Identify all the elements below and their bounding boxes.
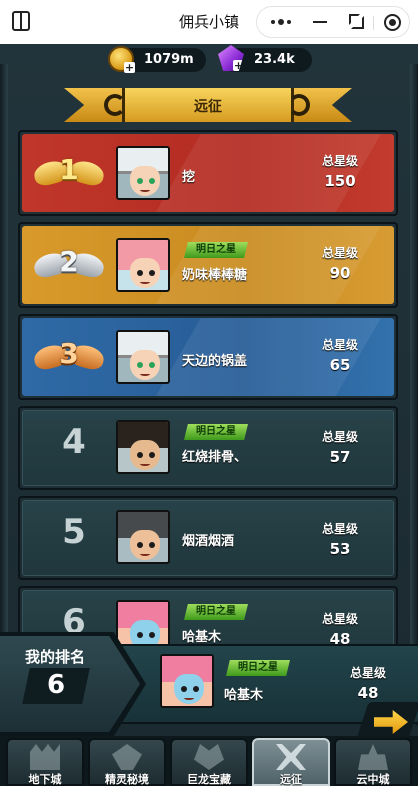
score-label: 总星级 xyxy=(321,430,358,444)
white-hair-hero-avatar[interactable] xyxy=(116,330,170,384)
my-avatar[interactable] xyxy=(160,654,214,708)
tab-elf-realm[interactable]: 精灵秘境 xyxy=(88,738,166,786)
vip-badge: 明日之星 xyxy=(184,604,248,620)
left-frame-border xyxy=(0,64,8,726)
restore-window-icon[interactable] xyxy=(339,7,377,37)
tab-label: 远征 xyxy=(280,773,302,786)
my-score-label: 总星级 xyxy=(349,666,386,680)
my-rank-label: 我的排名 xyxy=(24,648,85,666)
tab-label: 地下城 xyxy=(28,773,62,786)
score-label: 总星级 xyxy=(321,522,358,536)
rank-row-5[interactable]: 5 烟酒烟酒 总星级 53 xyxy=(18,496,398,580)
leaf-icon xyxy=(112,744,142,770)
score-value: 57 xyxy=(329,448,351,466)
more-options-icon[interactable] xyxy=(261,7,299,37)
pink-hair-hero-avatar[interactable] xyxy=(116,238,170,292)
capsule-menu xyxy=(256,6,410,38)
score-value: 150 xyxy=(324,172,356,190)
tab-label: 精灵秘境 xyxy=(105,773,149,786)
rank-number: 2 xyxy=(59,245,79,278)
tab-label: 云中城 xyxy=(356,773,390,786)
score-value: 53 xyxy=(329,540,351,558)
vip-badge: 明日之星 xyxy=(184,242,248,258)
score-label: 总星级 xyxy=(321,612,358,626)
bottom-nav: 地下城 精灵秘境 巨龙宝藏 远征 云中城 xyxy=(0,736,418,786)
player-name: 红烧排骨、 xyxy=(182,450,248,465)
tab-expedition[interactable]: 远征 xyxy=(252,738,330,786)
my-vip-badge: 明日之星 xyxy=(226,660,290,676)
gold-laurel-medal-icon: 1 xyxy=(31,152,107,194)
cloud-castle-icon xyxy=(358,744,388,770)
crossed-swords-icon xyxy=(276,744,306,770)
player-name: 奶味棒棒糖 xyxy=(182,268,248,283)
rank-number: 3 xyxy=(59,337,79,370)
gold-amount: 1079m xyxy=(144,52,194,67)
gold-coin-icon: + xyxy=(108,46,135,73)
vip-badge: 明日之星 xyxy=(184,424,248,440)
rank-row-2[interactable]: 2 明日之星 奶味棒棒糖 总星级 90 xyxy=(18,222,398,308)
my-rank-number: 6 xyxy=(46,670,66,700)
purple-gem-icon: + xyxy=(218,45,244,71)
title-banner: 远征 xyxy=(64,84,352,126)
score-value: 90 xyxy=(329,264,351,282)
silver-laurel-medal-icon: 2 xyxy=(31,244,107,286)
tab-label: 巨龙宝藏 xyxy=(187,773,231,786)
player-name: 哈基木 xyxy=(182,630,222,645)
my-player-name: 哈基木 xyxy=(224,688,264,703)
right-frame-border xyxy=(410,64,418,726)
player-name: 天边的锅盖 xyxy=(182,354,248,369)
score-label: 总星级 xyxy=(321,246,358,260)
rank-number: 5 xyxy=(62,512,86,552)
gem-currency[interactable]: + 23.4k xyxy=(218,45,312,72)
castle-icon xyxy=(30,744,60,770)
rank-row-4[interactable]: 4 明日之星 红烧排骨、 总星级 57 xyxy=(18,406,398,490)
mini-program-titlebar: 佣兵小镇 xyxy=(0,0,418,44)
tab-dungeon[interactable]: 地下城 xyxy=(6,738,84,786)
close-miniprogram-icon[interactable] xyxy=(373,7,411,37)
bronze-laurel-medal-icon: 3 xyxy=(31,336,107,378)
score-label: 总星级 xyxy=(321,154,358,168)
headband-warrior-avatar[interactable] xyxy=(116,510,170,564)
rank-row-1[interactable]: 1 挖 总星级 150 xyxy=(18,130,398,216)
player-name: 烟酒烟酒 xyxy=(182,534,235,549)
rank-number: 4 xyxy=(62,422,86,462)
tab-cloud-city[interactable]: 云中城 xyxy=(334,738,412,786)
add-gold-icon[interactable]: + xyxy=(124,62,135,73)
rank-row-3[interactable]: 3 天边的锅盖 总星级 65 xyxy=(18,314,398,400)
bearded-warrior-avatar[interactable] xyxy=(116,420,170,474)
rank-number: 1 xyxy=(59,153,79,186)
player-name: 挖 xyxy=(182,170,196,185)
score-label: 总星级 xyxy=(321,338,358,352)
tab-dragon-treasure[interactable]: 巨龙宝藏 xyxy=(170,738,248,786)
gem-amount: 23.4k xyxy=(254,52,295,67)
expedition-screen: + 1079m + 23.4k 远征 1 挖 总星级 150 2 明日之星 奶味… xyxy=(0,44,418,786)
add-gem-icon[interactable]: + xyxy=(233,60,244,71)
page-title: 远征 xyxy=(194,99,222,115)
gold-currency[interactable]: + 1079m xyxy=(108,46,206,73)
dragon-icon xyxy=(194,744,224,770)
white-hair-hero-avatar[interactable] xyxy=(116,146,170,200)
minimize-icon[interactable] xyxy=(301,7,339,37)
score-value: 65 xyxy=(329,356,351,374)
my-score-value: 48 xyxy=(357,684,379,702)
